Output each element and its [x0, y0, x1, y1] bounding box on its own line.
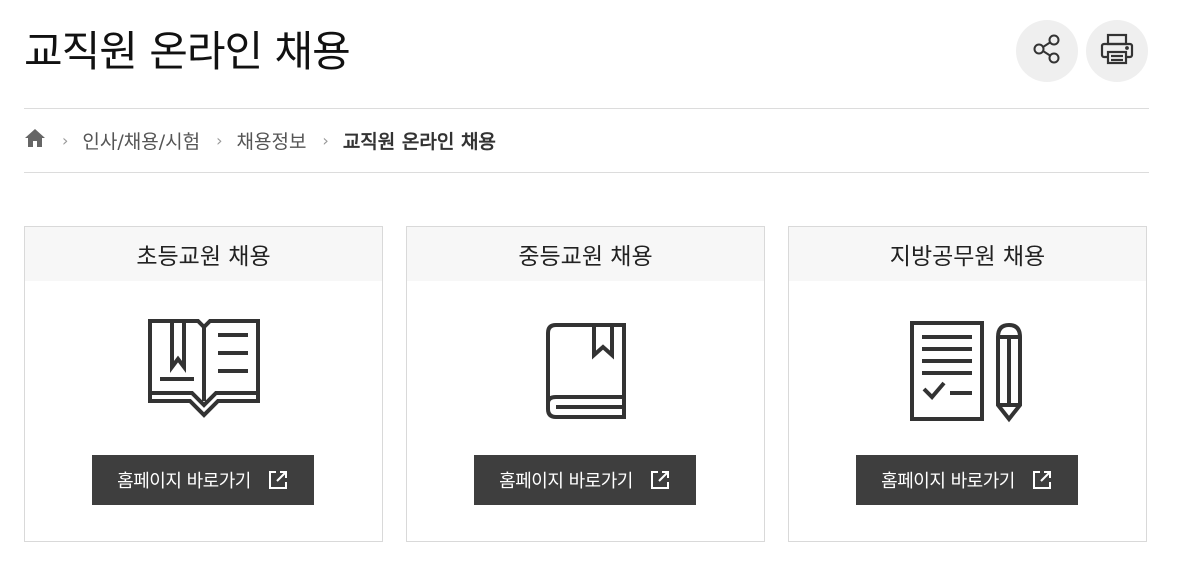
card-secondary: 중등교원 채용 홈페이지 바로가기: [406, 226, 765, 542]
homepage-link-button[interactable]: 홈페이지 바로가기: [92, 455, 314, 505]
print-icon: [1099, 32, 1135, 70]
external-link-icon: [649, 469, 671, 491]
print-button[interactable]: [1086, 20, 1148, 82]
breadcrumb-item-hr[interactable]: 인사/채용/시험: [82, 127, 200, 154]
external-link-icon: [267, 469, 289, 491]
chevron-right-icon: ›: [62, 130, 69, 150]
button-label: 홈페이지 바로가기: [117, 471, 251, 492]
button-label: 홈페이지 바로가기: [881, 471, 1015, 492]
breadcrumb-item-current: 교직원 온라인 채용: [342, 130, 496, 153]
chevron-right-icon: ›: [216, 130, 223, 150]
button-label: 홈페이지 바로가기: [499, 471, 633, 492]
share-icon: [1030, 32, 1064, 70]
external-link-icon: [1031, 469, 1053, 491]
homepage-link-button[interactable]: 홈페이지 바로가기: [856, 455, 1078, 505]
open-book-icon: [147, 319, 260, 423]
breadcrumb-item-recruit-info[interactable]: 채용정보: [237, 127, 307, 154]
card-elementary: 초등교원 채용 홈페이지 바로가기: [24, 226, 383, 542]
recruit-cards: 초등교원 채용 홈페이지 바로가기 중등교원 채용 홈페이지 바로가기 지방공무…: [24, 226, 1149, 542]
document-pencil-icon: [909, 319, 1026, 423]
share-button[interactable]: [1016, 20, 1078, 82]
chevron-right-icon: ›: [322, 130, 329, 150]
card-civil-servant: 지방공무원 채용 홈페이지 바로가기: [788, 226, 1147, 542]
breadcrumb: › 인사/채용/시험 › 채용정보 › 교직원 온라인 채용: [24, 108, 1149, 173]
card-title: 초등교원 채용: [25, 227, 382, 281]
closed-book-icon: [544, 319, 628, 423]
home-icon: [24, 128, 46, 153]
breadcrumb-home[interactable]: [24, 128, 46, 153]
card-title: 지방공무원 채용: [789, 227, 1146, 281]
card-title: 중등교원 채용: [407, 227, 764, 281]
homepage-link-button[interactable]: 홈페이지 바로가기: [474, 455, 696, 505]
page-header: 교직원 온라인 채용: [24, 0, 1149, 109]
page-title: 교직원 온라인 채용: [24, 27, 351, 76]
